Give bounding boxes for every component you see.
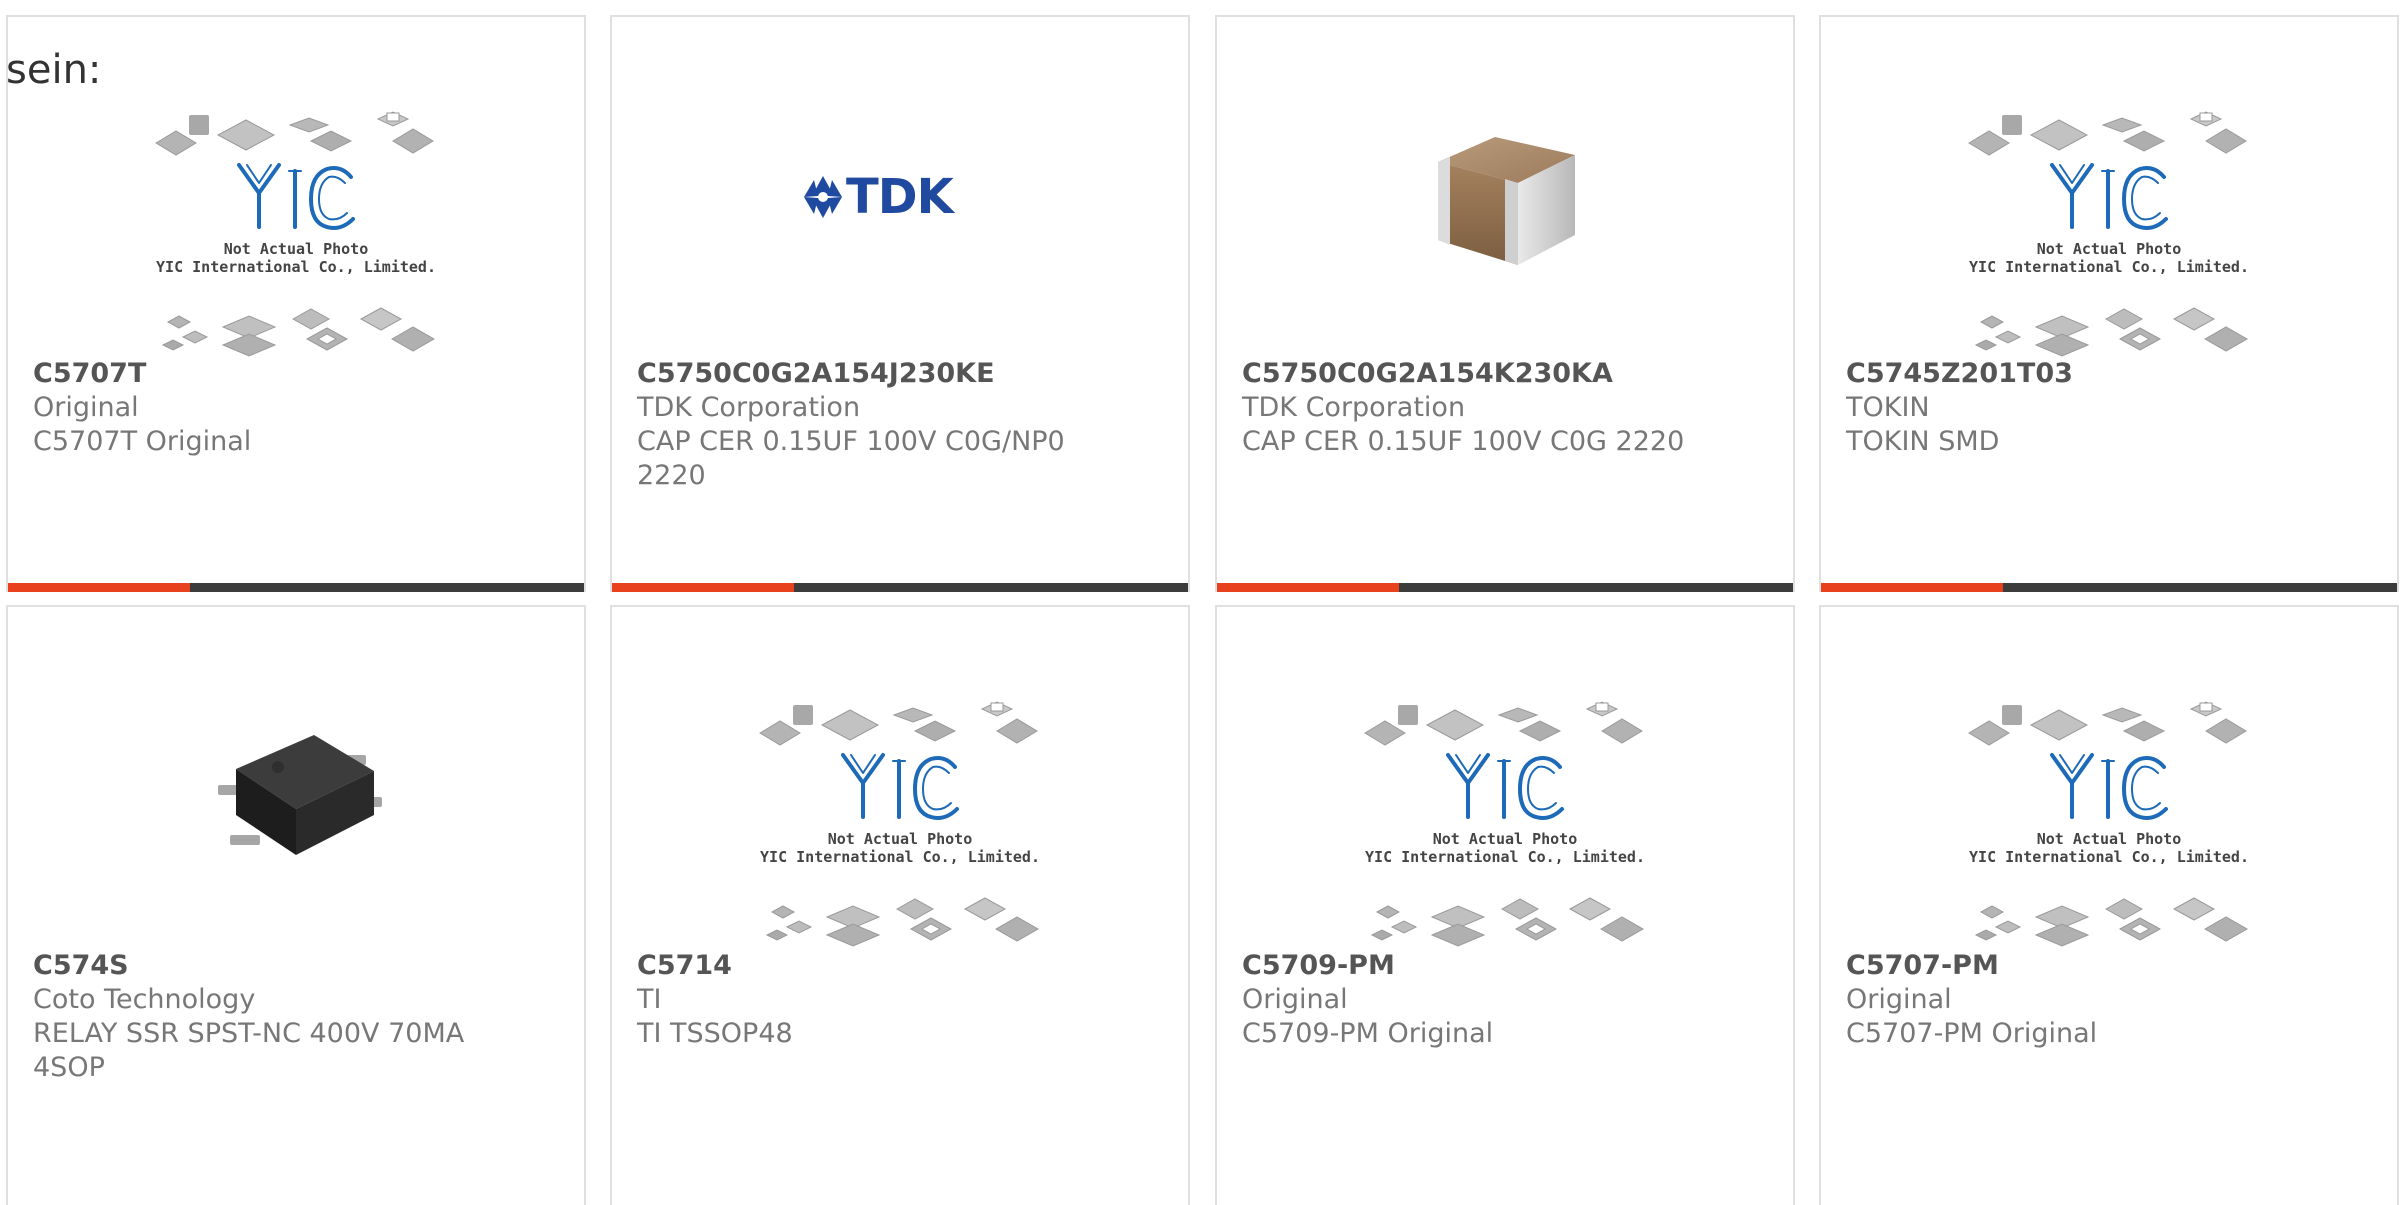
description: TI TSSOP48: [637, 1018, 793, 1049]
part-number-link[interactable]: C5750C0G2A154J230KE: [637, 357, 1087, 391]
description: CAP CER 0.15UF 100V C0G/NP0 2220: [637, 426, 1065, 491]
yic-placeholder-image: Not Actual Photo YIC International Co., L…: [755, 697, 1045, 957]
product-card[interactable]: Not Actual Photo YIC International Co., L…: [1215, 605, 1795, 1205]
card-accent-bar: [8, 583, 584, 592]
yic-placeholder-image: Not Actual Photo YIC International Co., L…: [151, 107, 441, 367]
product-card[interactable]: C5750C0G2A154K230KA TDK Corporation CAP …: [1215, 15, 1795, 592]
product-image[interactable]: TDK: [612, 107, 1188, 367]
relay-sop-image: [218, 735, 382, 855]
card-accent-bar: [612, 583, 1188, 592]
description: C5707-PM Original: [1846, 1018, 2098, 1049]
manufacturer: Original: [1846, 984, 1952, 1015]
product-card[interactable]: C574S Coto Technology RELAY SSR SPST-NC …: [6, 605, 586, 1205]
description: TOKIN SMD: [1846, 426, 2000, 457]
product-image[interactable]: [8, 697, 584, 957]
yic-placeholder-image: Not Actual Photo YIC International Co., L…: [1964, 697, 2254, 957]
product-image[interactable]: [1217, 107, 1793, 367]
part-number-link[interactable]: C5745Z201T03: [1846, 357, 2296, 391]
description: RELAY SSR SPST-NC 400V 70MA 4SOP: [33, 1018, 465, 1083]
product-image[interactable]: Not Actual Photo YIC International Co., L…: [1217, 697, 1793, 957]
manufacturer: TI: [637, 984, 662, 1015]
manufacturer: TDK Corporation: [1242, 392, 1466, 423]
product-card[interactable]: Not Actual Photo YIC International Co., L…: [1819, 605, 2399, 1205]
yic-placeholder-image: Not Actual Photo YIC International Co., L…: [1964, 107, 2254, 367]
manufacturer: TDK Corporation: [637, 392, 861, 423]
product-image[interactable]: Not Actual Photo YIC International Co., L…: [612, 697, 1188, 957]
product-card[interactable]: Not Actual Photo YIC International Co., L…: [1819, 15, 2399, 592]
yic-placeholder-image: Not Actual Photo YIC International Co., L…: [1360, 697, 1650, 957]
part-number-link[interactable]: C5707-PM: [1846, 949, 2296, 983]
manufacturer: TOKIN: [1846, 392, 1930, 423]
intro-text: sein:: [6, 47, 102, 93]
part-number-link[interactable]: C5714: [637, 949, 1087, 983]
manufacturer: Original: [1242, 984, 1348, 1015]
part-number-link[interactable]: C5750C0G2A154K230KA: [1242, 357, 1692, 391]
part-number-link[interactable]: C574S: [33, 949, 483, 983]
product-image[interactable]: Not Actual Photo YIC International Co., L…: [8, 107, 584, 367]
part-number-link[interactable]: C5707T: [33, 357, 483, 391]
product-card[interactable]: Not Actual Photo YIC International Co., L…: [610, 605, 1190, 1205]
manufacturer: Coto Technology: [33, 984, 256, 1015]
product-image[interactable]: Not Actual Photo YIC International Co., L…: [1821, 697, 2397, 957]
product-grid: Not Actual Photo YIC International Co., L…: [0, 0, 2400, 1205]
description: C5707T Original: [33, 426, 252, 457]
description: C5709-PM Original: [1242, 1018, 1494, 1049]
tdk-logo: TDK: [800, 172, 1000, 222]
product-image[interactable]: Not Actual Photo YIC International Co., L…: [1821, 107, 2397, 367]
part-number-link[interactable]: C5709-PM: [1242, 949, 1692, 983]
product-card[interactable]: Not Actual Photo YIC International Co., L…: [6, 15, 586, 592]
card-accent-bar: [1217, 583, 1793, 592]
ceramic-capacitor-image: [1438, 137, 1575, 265]
tdk-logo-mark-icon: [804, 176, 842, 218]
description: CAP CER 0.15UF 100V C0G 2220: [1242, 426, 1685, 457]
manufacturer: Original: [33, 392, 139, 423]
card-accent-bar: [1821, 583, 2397, 592]
product-card[interactable]: TDK C5750C0G2A154J230KE TDK Corporation …: [610, 15, 1190, 592]
